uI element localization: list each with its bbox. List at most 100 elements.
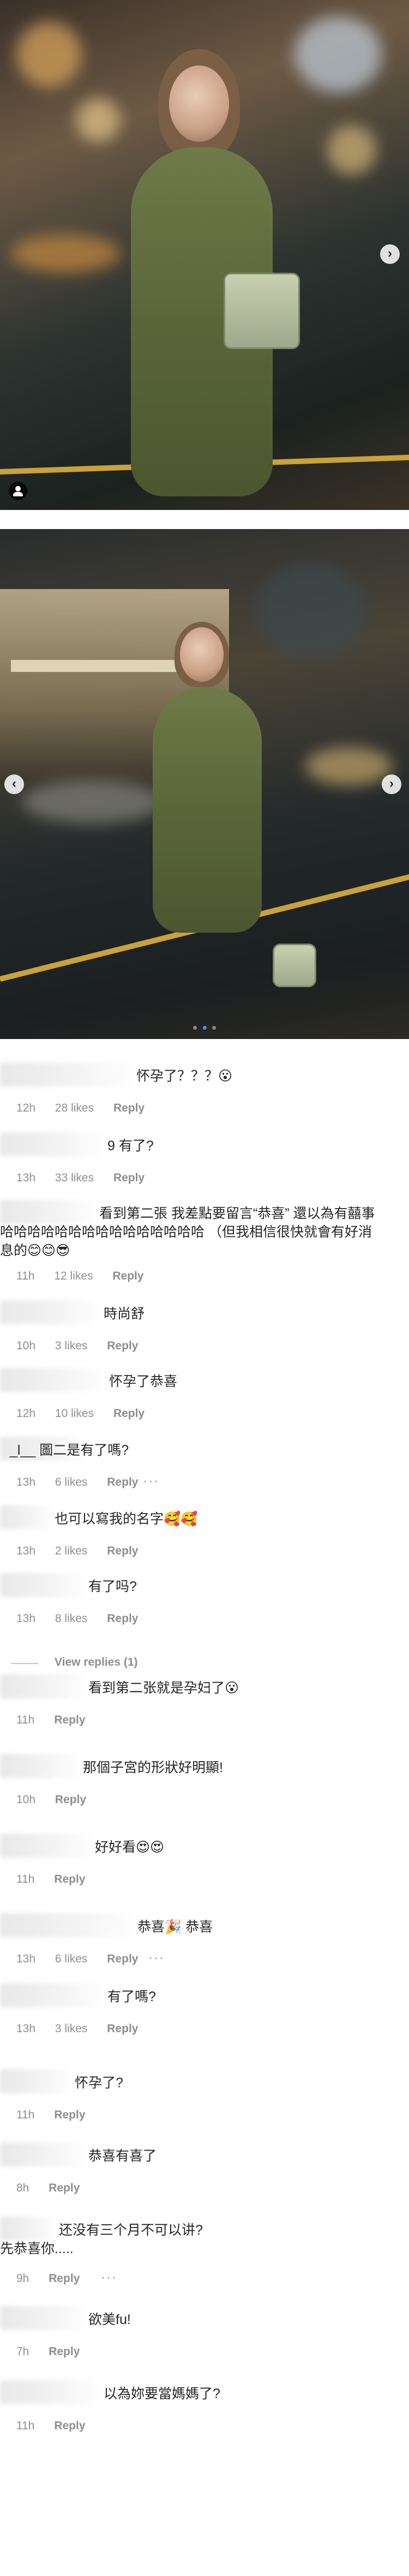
comment-likes[interactable]: 3 likes — [55, 1340, 88, 1352]
comment-time: 13h — [16, 1612, 36, 1625]
comment-text: 怀孕了? — [75, 2075, 123, 2091]
comment-text: 看到第二張 我差點要留言“恭喜” 還以為有囍事哈哈哈哈哈哈哈哈哈哈哈哈哈哈哈 （… — [0, 1206, 375, 1258]
comment-time: 13h — [16, 1545, 36, 1557]
comment-likes[interactable]: 6 likes — [55, 1476, 88, 1488]
reply-button[interactable]: Reply — [107, 1953, 138, 1965]
replies-divider — [11, 1663, 38, 1664]
comment-meta: 11h Reply — [16, 1873, 102, 1886]
comment-likes[interactable]: 6 likes — [55, 1953, 88, 1965]
comment-meta: 13h 6 likes Reply — [16, 1953, 154, 1966]
more-options-icon[interactable]: ··· — [143, 1474, 159, 1489]
post-photo-2[interactable]: ‹ › — [0, 529, 409, 1039]
comment-text: 9 有了? — [107, 1138, 154, 1154]
reply-button[interactable]: Reply — [113, 1102, 145, 1114]
comment-text: _l__ 圖二是有了嗎? — [10, 1443, 129, 1458]
reply-button[interactable]: Reply — [54, 2109, 85, 2121]
bokeh-light — [76, 98, 120, 142]
model-face — [180, 627, 224, 682]
comment-text: 还没有三个月不可以讲? 先恭喜你..... — [0, 2223, 203, 2256]
reply-button[interactable]: Reply — [107, 1340, 138, 1352]
blurred-username — [0, 1913, 136, 1937]
reply-button[interactable]: Reply — [112, 1270, 143, 1282]
comment-text: 時尚舒 — [104, 1306, 145, 1322]
post-photo-1[interactable]: › — [0, 0, 409, 510]
comment-time: 11h — [16, 1270, 35, 1282]
comment-likes[interactable]: 10 likes — [55, 1407, 94, 1420]
reply-button[interactable]: Reply — [49, 2182, 80, 2194]
comment-meta: 11h Reply — [16, 2109, 102, 2122]
comment-likes[interactable]: 33 likes — [55, 1172, 94, 1184]
comment-text: 看到第二张就是孕妇了😮 — [88, 1680, 239, 1696]
reply-button[interactable]: Reply — [54, 1714, 85, 1726]
reply-button[interactable]: Reply — [55, 1793, 86, 1806]
blurred-username — [0, 1368, 108, 1392]
view-replies-button[interactable]: View replies (1) — [55, 1656, 138, 1669]
comment-time: 11h — [16, 2109, 35, 2121]
handbag — [224, 273, 300, 349]
more-options-icon[interactable]: ··· — [148, 1950, 165, 1966]
comment-text: 以為妳要當媽媽了? — [104, 2386, 220, 2401]
comment-likes[interactable]: 12 likes — [54, 1270, 93, 1282]
bokeh-light — [305, 747, 393, 785]
comment-meta: 10h Reply — [16, 1793, 103, 1806]
bokeh-light — [294, 16, 382, 93]
blurred-username — [0, 1754, 82, 1778]
comment-meta: 7h Reply — [16, 2345, 96, 2358]
next-arrow-icon[interactable]: › — [380, 244, 400, 264]
comment-time: 12h — [16, 1102, 36, 1114]
comment-meta: 13h 6 likes Reply — [16, 1476, 154, 1489]
comment-time: 11h — [16, 2419, 35, 2432]
comment-meta: 12h 10 likes Reply — [16, 1407, 161, 1420]
reply-button[interactable]: Reply — [113, 1407, 145, 1420]
comment-likes[interactable]: 28 likes — [55, 1102, 94, 1114]
comment-likes[interactable]: 2 likes — [55, 1545, 88, 1557]
comment-time: 8h — [16, 2182, 29, 2194]
comment-time: 7h — [16, 2345, 29, 2358]
comment-text: 好好看😍😍 — [95, 1840, 165, 1855]
reply-button[interactable]: Reply — [107, 1545, 138, 1557]
blurred-username — [0, 1573, 87, 1597]
reply-button[interactable]: Reply — [113, 1172, 145, 1184]
reply-button[interactable]: Reply — [107, 1476, 138, 1488]
building — [256, 562, 365, 660]
bokeh-light — [16, 22, 82, 87]
reply-button[interactable]: Reply — [54, 2419, 85, 2432]
reply-button[interactable]: Reply — [49, 2272, 80, 2285]
reply-button[interactable]: Reply — [107, 2022, 138, 2035]
car — [22, 780, 164, 824]
comment-text: 怀孕了恭喜 — [109, 1374, 178, 1389]
prev-arrow-icon[interactable]: ‹ — [4, 774, 24, 794]
carousel-dots — [0, 1023, 409, 1032]
blurred-username — [0, 2380, 103, 2404]
reply-button[interactable]: Reply — [54, 1873, 85, 1886]
comment-text: 恭喜🎉 恭喜 — [137, 1919, 213, 1935]
comment-time: 13h — [16, 2022, 36, 2035]
blurred-username — [0, 1300, 101, 1324]
comment-text: 有了嗎? — [107, 1989, 156, 2004]
reply-button[interactable]: Reply — [107, 1612, 138, 1625]
comment-text: 欲美fu! — [88, 2312, 131, 2327]
blurred-username — [0, 1062, 136, 1086]
reply-button[interactable]: Reply — [49, 2345, 80, 2358]
comment-text: 恭喜有喜了 — [88, 2148, 157, 2164]
blurred-username — [0, 2142, 87, 2166]
blurred-username — [0, 1132, 106, 1156]
comment-meta: 13h 33 likes Reply — [16, 1172, 161, 1185]
comment-likes[interactable]: 8 likes — [55, 1612, 88, 1625]
user-tag-icon[interactable] — [9, 482, 27, 500]
model-green-dress — [153, 687, 262, 933]
comment-meta: 11h Reply — [16, 1714, 102, 1727]
comment-time: 13h — [16, 1172, 36, 1184]
blurred-username — [0, 1505, 53, 1529]
comment-likes[interactable]: 3 likes — [55, 2022, 88, 2035]
more-options-icon[interactable]: ··· — [101, 2270, 117, 2285]
comment-text: 有了吗? — [88, 1579, 137, 1594]
comment-meta: 13h 2 likes Reply — [16, 1545, 154, 1558]
comment-meta: 11h Reply — [16, 2419, 102, 2433]
blurred-username — [0, 1674, 87, 1698]
comment-text: 也可以寫我的名字🥰🥰 — [55, 1511, 198, 1527]
comment-text: 那個子宮的形狀好明顯! — [83, 1760, 223, 1775]
comment-time: 13h — [16, 1953, 36, 1965]
blurred-username — [0, 1834, 94, 1858]
next-arrow-icon[interactable]: › — [382, 774, 401, 794]
